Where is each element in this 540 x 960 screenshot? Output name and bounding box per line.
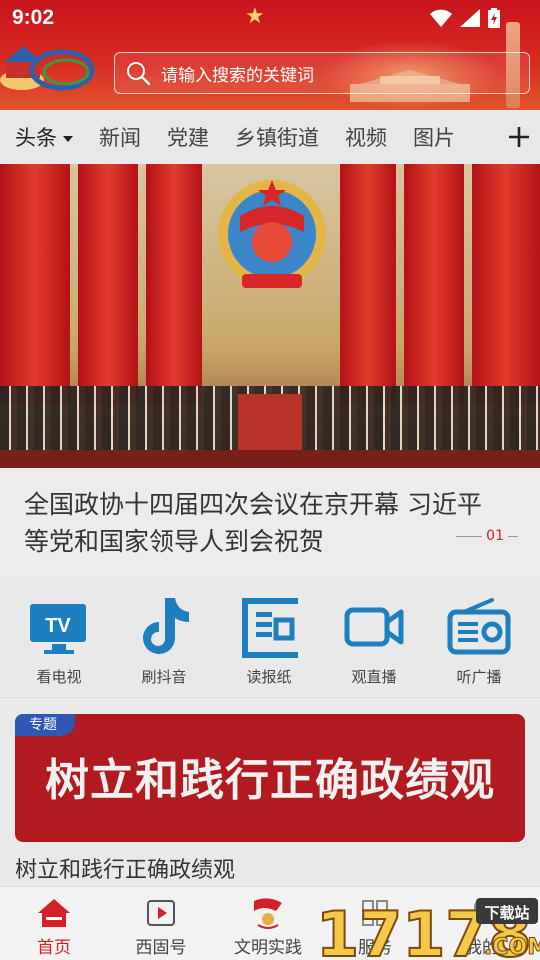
newspaper-icon <box>242 598 298 658</box>
nav-civilization-practice[interactable]: 文明实践 <box>218 895 318 958</box>
special-headline: 树立和践行正确政绩观 <box>45 755 495 806</box>
tab-party[interactable]: 党建 <box>167 122 209 152</box>
app-header: ★ 9:02 请输入搜索的关键词 <box>0 0 540 110</box>
emblem-icon <box>218 180 326 288</box>
category-tabs: 头条 新闻 党建 乡镇街道 视频 图片 <box>0 110 540 167</box>
carousel-page-number: 01 <box>486 528 504 544</box>
search-bar[interactable]: 请输入搜索的关键词 <box>114 52 530 94</box>
tab-label: 头条 <box>15 126 57 150</box>
tab-towns[interactable]: 乡镇街道 <box>235 122 319 152</box>
tab-news[interactable]: 新闻 <box>99 122 141 152</box>
svg-text:TV: TV <box>45 615 71 637</box>
radio-icon <box>447 598 511 655</box>
nav-home[interactable]: 首页 <box>4 895 104 958</box>
home-icon <box>38 899 70 927</box>
nav-xigu-channel[interactable]: 西固号 <box>111 895 211 958</box>
special-badge: 专题 <box>15 714 75 736</box>
play-icon <box>147 900 175 926</box>
video-camera-icon <box>344 607 404 647</box>
download-site-watermark: 17178 下载站 .COM <box>316 897 540 960</box>
quick-link-radio[interactable]: 听广播 <box>429 592 529 687</box>
search-icon <box>127 62 151 86</box>
headline-title: 全国政协十四届四次会议在京开幕 习近平等党和国家领导人到会祝贺 <box>24 490 482 556</box>
wifi-icon <box>430 9 452 27</box>
headline-card[interactable]: 全国政协十四届四次会议在京开幕 习近平等党和国家领导人到会祝贺 01 <box>0 468 540 576</box>
carousel-pager: 01 <box>456 528 518 544</box>
tab-video[interactable]: 视频 <box>345 122 387 152</box>
tab-headlines[interactable]: 头条 <box>15 122 73 167</box>
add-tab-icon[interactable] <box>506 124 532 150</box>
caret-down-icon <box>63 136 73 142</box>
watermark-tag: 下载站 <box>484 904 529 922</box>
tab-pictures[interactable]: 图片 <box>413 122 455 152</box>
search-placeholder: 请输入搜索的关键词 <box>161 65 314 86</box>
flag-icon <box>254 898 282 929</box>
watermark-suffix: .COM <box>484 935 540 960</box>
app-logo <box>0 46 95 91</box>
quick-link-tv[interactable]: TV 看电视 <box>9 592 109 687</box>
tv-icon: TV <box>30 604 86 654</box>
special-caption[interactable]: 树立和践行正确政绩观 <box>15 852 235 884</box>
quick-link-newspaper[interactable]: 读报纸 <box>219 592 319 687</box>
status-time: 9:02 <box>12 6 55 29</box>
headline-banner-image[interactable] <box>0 164 540 468</box>
signal-icon <box>460 9 480 27</box>
status-bar: 9:02 <box>0 0 540 36</box>
quick-link-douyin[interactable]: 刷抖音 <box>114 592 214 687</box>
quick-link-live[interactable]: 观直播 <box>324 592 424 687</box>
quick-links: TV 看电视 刷抖音 读报纸 观直播 听广播 <box>0 576 540 698</box>
tiktok-icon <box>143 598 189 654</box>
battery-icon <box>488 8 500 28</box>
special-topic-card[interactable]: 专题 树立和践行正确政绩观 <box>15 714 525 842</box>
